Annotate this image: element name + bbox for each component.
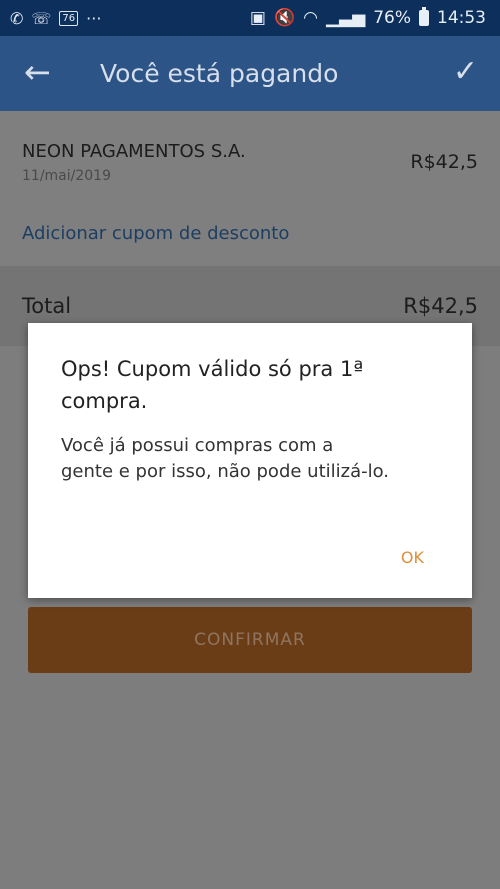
notification-badge: 76 (59, 10, 79, 26)
payment-date: 11/mai/2019 (22, 168, 111, 184)
overflow-indicator: ··· (86, 8, 102, 28)
wifi-icon: ◠ (303, 8, 318, 28)
status-bar: ✆ ☏ 76 ··· ▣ 🔇 ◠ ▁▃▅ 76% 14:53 (0, 0, 500, 36)
total-amount: R$42,5 (403, 294, 478, 318)
battery-percent: 76% (373, 8, 411, 28)
battery-saver-icon: ▣ (249, 8, 266, 28)
confirm-button[interactable]: CONFIRMAR (28, 607, 472, 673)
battery-icon (419, 7, 429, 26)
dialog-message: Você já possui compras com a gente e por… (61, 435, 390, 482)
status-left: ✆ ☏ 76 ··· (10, 0, 101, 36)
payment-amount: R$42,5 (410, 151, 478, 173)
status-right: ▣ 🔇 ◠ ▁▃▅ 76% 14:53 (250, 0, 486, 36)
add-coupon-link[interactable]: Adicionar cupom de desconto (22, 223, 289, 244)
app-bar: ← Você está pagando ✓ (0, 36, 500, 111)
dialog-title: Ops! Cupom válido só pra 1ª compra. (61, 357, 364, 413)
ok-button[interactable]: OK (401, 548, 424, 567)
coupon-error-dialog: Ops! Cupom válido só pra 1ª compra. Você… (28, 323, 472, 598)
call-icon: ☏ (31, 8, 52, 28)
signal-icon: ▁▃▅ (325, 8, 366, 28)
total-label: Total (22, 294, 72, 318)
page-title: Você está pagando (100, 59, 339, 88)
check-icon[interactable]: ✓ (453, 54, 478, 90)
merchant-row: NEON PAGAMENTOS S.A. 11/mai/2019 R$42,5 … (0, 111, 500, 266)
whatsapp-icon: ✆ (10, 8, 24, 28)
clock: 14:53 (437, 8, 486, 28)
merchant-name: NEON PAGAMENTOS S.A. (22, 141, 246, 162)
mute-icon: 🔇 (273, 8, 296, 28)
arrow-left-icon[interactable]: ← (24, 54, 51, 90)
